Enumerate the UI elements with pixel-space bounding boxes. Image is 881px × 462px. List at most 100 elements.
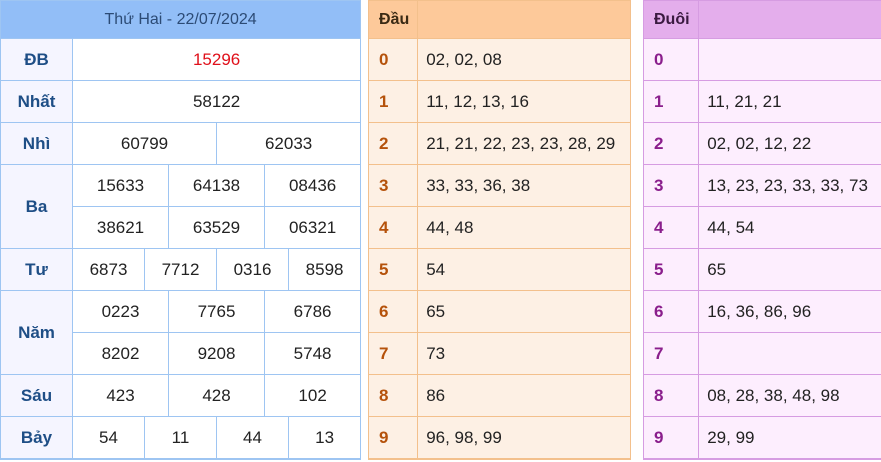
head-values: 65 <box>417 290 631 333</box>
head-values: 11, 12, 13, 16 <box>417 80 631 123</box>
tail-digit: 3 <box>642 164 700 207</box>
tail-row: 2 02, 02, 12, 22 <box>642 122 881 165</box>
head-digit: 9 <box>367 416 419 460</box>
head-digit: 0 <box>367 38 419 81</box>
tail-digit: 1 <box>642 80 700 123</box>
tail-table-header-filler <box>698 0 881 39</box>
head-digit: 4 <box>367 206 419 249</box>
prize-value-nam: 7765 <box>168 290 265 333</box>
tail-values: 65 <box>698 248 881 291</box>
tail-digit: 0 <box>642 38 700 81</box>
prize-value-bay: 11 <box>144 416 217 460</box>
prize-label-bay: Bảy <box>0 416 73 460</box>
tail-row: 1 11, 21, 21 <box>642 80 881 123</box>
tail-digit: 2 <box>642 122 700 165</box>
prize-value-ba: 06321 <box>263 206 362 249</box>
tail-values: 44, 54 <box>698 206 881 249</box>
head-row: 9 96, 98, 99 <box>367 416 631 460</box>
tail-values: 29, 99 <box>698 416 881 460</box>
prize-label-sau: Sáu <box>0 374 73 417</box>
prize-value-ba: 63529 <box>168 206 265 249</box>
head-values: 73 <box>417 332 631 375</box>
tail-values <box>698 38 881 81</box>
prize-row-ba: Ba 15633 64138 08436 <box>0 164 362 249</box>
head-row: 8 86 <box>367 374 631 417</box>
prize-value-ba: 38621 <box>72 206 169 249</box>
head-row: 4 44, 48 <box>367 206 631 249</box>
prize-label-db: ĐB <box>0 38 73 81</box>
head-digit: 7 <box>367 332 419 375</box>
head-values: 21, 21, 22, 23, 23, 28, 29 <box>417 122 631 165</box>
results-header-row: Thứ Hai - 22/07/2024 <box>0 0 362 39</box>
head-row: 5 54 <box>367 248 631 291</box>
prize-value-tu: 6873 <box>72 248 145 291</box>
prize-value-nhat: 58122 <box>71 80 362 123</box>
prize-value-nam: 0223 <box>72 290 169 333</box>
head-digit: 2 <box>367 122 419 165</box>
tail-digit: 4 <box>642 206 700 249</box>
tail-values: 13, 23, 23, 33, 33, 73 <box>698 164 881 207</box>
prize-row-nhat: Nhất 58122 <box>0 80 362 123</box>
tail-values: 11, 21, 21 <box>698 80 881 123</box>
head-table-header-filler <box>417 0 631 39</box>
prize-value-ba: 15633 <box>72 164 169 207</box>
head-digit: 1 <box>367 80 419 123</box>
prize-value-nhi: 60799 <box>72 122 217 165</box>
head-row: 3 33, 33, 36, 38 <box>367 164 631 207</box>
tail-row: 8 08, 28, 38, 48, 98 <box>642 374 881 417</box>
prize-label-nhat: Nhất <box>0 80 73 123</box>
prize-value-nam: 5748 <box>263 332 362 375</box>
tail-digit: 5 <box>642 248 700 291</box>
head-digit: 8 <box>367 374 419 417</box>
tail-row: 7 <box>642 332 881 375</box>
lottery-results-table: Thứ Hai - 22/07/2024 ĐB 15296 Nhất 58122… <box>0 0 362 460</box>
prize-value-nam: 6786 <box>263 290 362 333</box>
prize-value-tu: 7712 <box>144 248 217 291</box>
head-values: 54 <box>417 248 631 291</box>
head-row: 1 11, 12, 13, 16 <box>367 80 631 123</box>
prize-value-nam: 8202 <box>72 332 169 375</box>
tail-row: 9 29, 99 <box>642 416 881 460</box>
head-row: 6 65 <box>367 290 631 333</box>
prize-value-nam: 9208 <box>168 332 265 375</box>
prize-row-nam: Năm 0223 7765 6786 <box>0 290 362 375</box>
prize-value-sau: 428 <box>168 374 265 417</box>
head-digit-table: Đầu 0 02, 02, 08 1 11, 12, 13, 16 2 21, 21,… <box>367 0 631 460</box>
prize-label-nhi: Nhì <box>0 122 73 165</box>
tail-values: 16, 36, 86, 96 <box>698 290 881 333</box>
tail-row: 3 13, 23, 23, 33, 33, 73 <box>642 164 881 207</box>
prize-value-sau: 423 <box>72 374 169 417</box>
results-date-title: Thứ Hai - 22/07/2024 <box>0 0 362 39</box>
tail-row: 0 <box>642 38 881 81</box>
tail-digit: 6 <box>642 290 700 333</box>
head-table-title: Đầu <box>367 0 419 39</box>
tail-values: 08, 28, 38, 48, 98 <box>698 374 881 417</box>
prize-value-ba: 64138 <box>168 164 265 207</box>
head-values: 96, 98, 99 <box>417 416 631 460</box>
head-digit: 5 <box>367 248 419 291</box>
tail-digit: 8 <box>642 374 700 417</box>
prize-row-db: ĐB 15296 <box>0 38 362 81</box>
head-digit: 3 <box>367 164 419 207</box>
tail-values <box>698 332 881 375</box>
prize-value-bay: 13 <box>287 416 362 460</box>
tail-digit-table: Đuôi 0 1 11, 21, 21 2 02, 02, 12, 22 3 13, … <box>642 0 881 460</box>
head-values: 86 <box>417 374 631 417</box>
tail-row: 5 65 <box>642 248 881 291</box>
prize-value-tu: 8598 <box>287 248 362 291</box>
prize-label-ba: Ba <box>0 164 73 249</box>
head-values: 02, 02, 08 <box>417 38 631 81</box>
tail-row: 6 16, 36, 86, 96 <box>642 290 881 333</box>
head-row: 0 02, 02, 08 <box>367 38 631 81</box>
head-row: 7 73 <box>367 332 631 375</box>
prize-value-bay: 44 <box>216 416 289 460</box>
prize-value-tu: 0316 <box>216 248 289 291</box>
head-table-header-row: Đầu <box>367 0 631 39</box>
head-digit: 6 <box>367 290 419 333</box>
head-row: 2 21, 21, 22, 23, 23, 28, 29 <box>367 122 631 165</box>
prize-label-tu: Tư <box>0 248 73 291</box>
prize-value-nhi: 62033 <box>215 122 362 165</box>
prize-row-sau: Sáu 423 428 102 <box>0 374 362 417</box>
prize-label-nam: Năm <box>0 290 73 375</box>
prize-row-tu: Tư 6873 7712 0316 8598 <box>0 248 362 291</box>
